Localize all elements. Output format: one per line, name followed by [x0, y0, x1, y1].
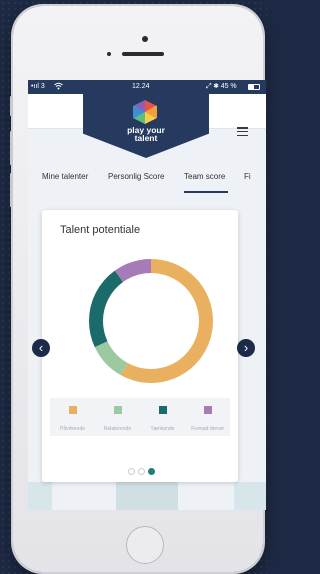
- front-camera: [142, 36, 148, 42]
- battery-icon: [248, 84, 260, 90]
- chevron-right-icon[interactable]: ›: [237, 339, 255, 357]
- app-screen: •ııl 3 12.24 ⤢ ✱ 45 % play your talent M…: [28, 80, 266, 510]
- legend-label: Påvirkende: [59, 426, 85, 432]
- legend-swatch: [158, 406, 167, 414]
- chevron-left-icon[interactable]: ‹: [32, 339, 50, 357]
- legend-item: Tænkende: [140, 406, 185, 435]
- pager-dot-active[interactable]: [148, 468, 155, 475]
- tab-personlig-score[interactable]: Personlig Score: [108, 172, 164, 181]
- legend-label: Tænkende: [150, 426, 175, 432]
- legend-label: Fremad drevet: [191, 426, 224, 432]
- logo-text: play your talent: [127, 125, 165, 143]
- tab-team-score[interactable]: Team score: [184, 172, 225, 181]
- background-tile: [28, 482, 52, 510]
- active-tab-indicator: [184, 191, 228, 193]
- volume-down-button: [10, 173, 13, 207]
- logo-banner[interactable]: play your talent: [83, 94, 209, 158]
- card-title: Talent potentiale: [60, 224, 141, 236]
- background-tile: [234, 482, 266, 510]
- talent-card: Talent potentiale Påvirkende Relaterende…: [42, 210, 238, 482]
- legend-swatch: [203, 406, 212, 414]
- mute-switch: [10, 96, 13, 116]
- legend-swatch: [113, 406, 122, 414]
- clock: 12.24: [132, 83, 150, 90]
- battery-status: ⤢ ✱ 45 %: [206, 83, 237, 90]
- chart-legend: Påvirkende Relaterende Tænkende Fremad d…: [50, 398, 230, 436]
- wifi-icon: [54, 82, 63, 92]
- volume-up-button: [10, 131, 13, 165]
- status-bar: •ııl 3 12.24 ⤢ ✱ 45 %: [28, 80, 266, 94]
- donut-chart: [89, 259, 213, 383]
- earpiece-speaker: [122, 52, 164, 56]
- proximity-sensor: [107, 52, 111, 56]
- home-button[interactable]: [126, 526, 164, 564]
- legend-item: Påvirkende: [50, 406, 95, 435]
- pager-dot[interactable]: [138, 468, 145, 475]
- legend-item: Relaterende: [95, 406, 140, 435]
- legend-swatch: [68, 406, 77, 414]
- tab-mine-talenter[interactable]: Mine talenter: [42, 172, 88, 181]
- tab-fi[interactable]: Fi: [244, 172, 251, 181]
- legend-label: Relaterende: [103, 426, 132, 432]
- tab-bar: Mine talenter Personlig Score Team score…: [28, 172, 266, 186]
- pager-dot[interactable]: [128, 468, 135, 475]
- signal-indicator: •ııl 3: [31, 83, 45, 90]
- play-your-talent-logo-icon: [133, 100, 157, 124]
- background-tile: [116, 482, 178, 510]
- legend-item: Fremad drevet: [185, 406, 230, 435]
- hamburger-menu-icon[interactable]: [237, 127, 248, 137]
